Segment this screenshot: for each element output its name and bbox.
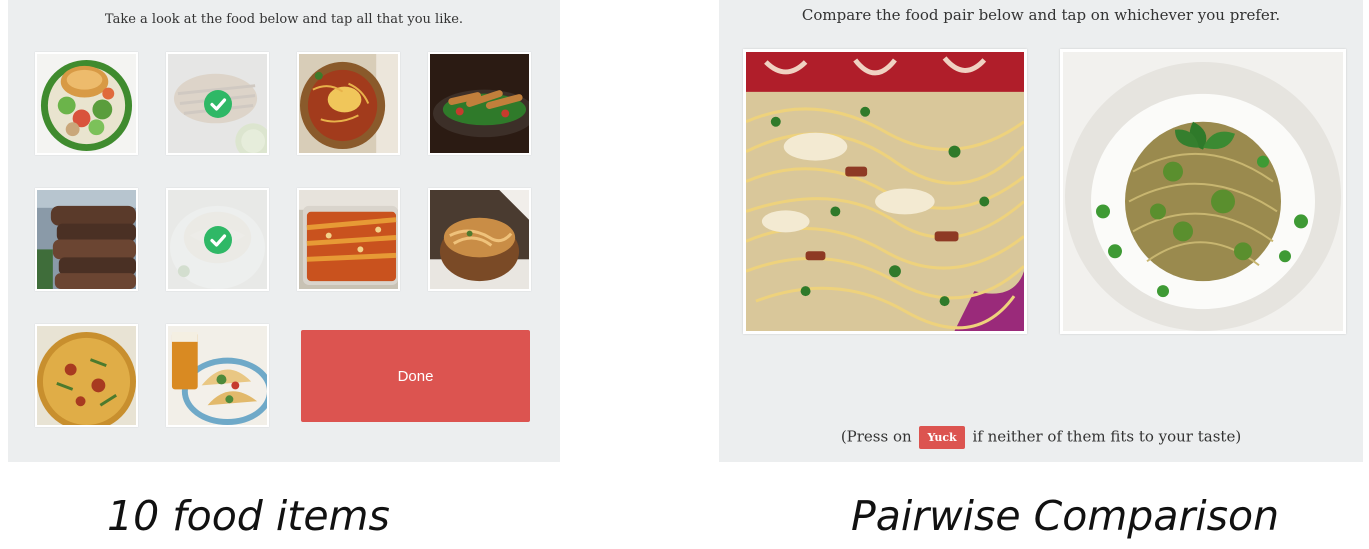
food-selection-panel: Take a look at the food below and tap al… bbox=[8, 0, 560, 462]
food-photo bbox=[299, 190, 398, 289]
food-tile-chicken-salad-plate[interactable] bbox=[428, 52, 531, 155]
food-tile-chili-soup-bowl[interactable] bbox=[297, 52, 400, 155]
food-option-b[interactable] bbox=[1060, 49, 1346, 334]
food-tile-baked-casserole[interactable] bbox=[297, 188, 400, 291]
pesto-pasta-photo bbox=[1063, 52, 1343, 331]
comparison-instruction: Compare the food pair below and tap on w… bbox=[801, 6, 1281, 24]
food-tile-tacos-and-beer[interactable] bbox=[166, 324, 269, 427]
food-photo bbox=[37, 54, 136, 153]
food-photo bbox=[168, 326, 267, 425]
yuck-footer-note: (Press on Yuck if neither of them fits t… bbox=[719, 426, 1363, 449]
done-button[interactable]: Done bbox=[301, 330, 530, 422]
food-tile-grilled-chicken-lime[interactable] bbox=[166, 52, 269, 155]
food-photo bbox=[430, 54, 529, 153]
food-option-a[interactable] bbox=[743, 49, 1027, 334]
food-tile-stacked-burgers[interactable] bbox=[35, 188, 138, 291]
food-photo bbox=[299, 54, 398, 153]
food-tile-mashed-potatoes[interactable] bbox=[166, 188, 269, 291]
check-circle-icon bbox=[203, 225, 232, 254]
caption-right: Pairwise Comparison bbox=[851, 492, 1280, 540]
food-photo bbox=[37, 190, 136, 289]
pairwise-comparison-panel: Compare the food pair below and tap on w… bbox=[719, 0, 1363, 462]
food-tile-sandwich-salad-bowl[interactable] bbox=[35, 52, 138, 155]
selection-instruction: Take a look at the food below and tap al… bbox=[104, 12, 464, 27]
food-tile-frittata[interactable] bbox=[35, 324, 138, 427]
food-tile-noodles-bowl[interactable] bbox=[428, 188, 531, 291]
check-circle-icon bbox=[203, 89, 232, 118]
food-photo bbox=[430, 190, 529, 289]
yuck-button[interactable]: Yuck bbox=[919, 426, 965, 449]
food-photo bbox=[37, 326, 136, 425]
footer-text-after: if neither of them fits to your taste) bbox=[972, 427, 1242, 446]
spaghetti-photo bbox=[746, 52, 1024, 331]
footer-text-before: (Press on bbox=[840, 427, 912, 446]
caption-left: 10 food items bbox=[107, 492, 390, 540]
